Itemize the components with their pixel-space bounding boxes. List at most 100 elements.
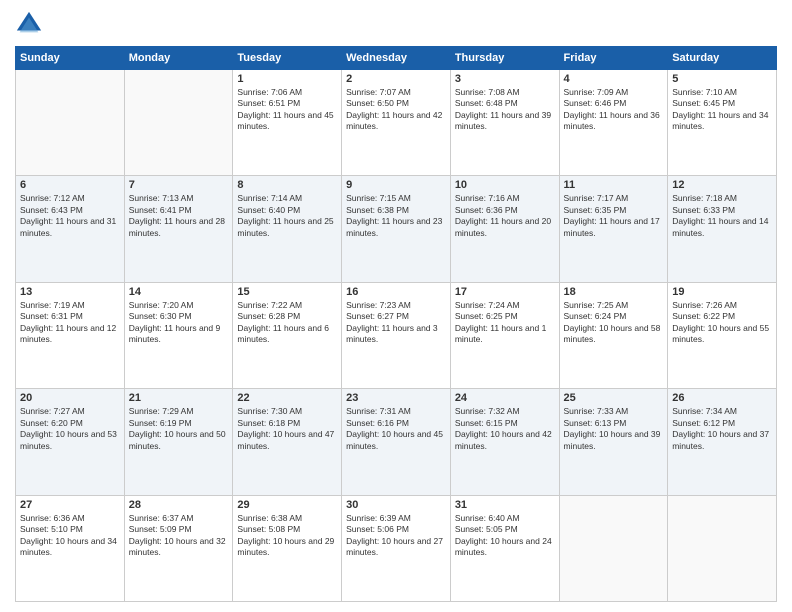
day-number: 2: [346, 73, 446, 85]
column-header-saturday: Saturday: [668, 47, 777, 70]
day-details: Sunrise: 7:06 AM Sunset: 6:51 PM Dayligh…: [237, 87, 337, 133]
calendar-cell: 30Sunrise: 6:39 AM Sunset: 5:06 PM Dayli…: [342, 495, 451, 601]
calendar-cell: 21 Sunrise: 7:29 AM Sunset: 6:19 PM Dayli…: [124, 389, 233, 495]
day-number: 21: [129, 392, 229, 404]
day-number: 13: [20, 286, 120, 298]
day-details: Sunrise: 6:39 AM Sunset: 5:06 PM Dayligh…: [346, 513, 446, 559]
page: SundayMondayTuesdayWednesdayThursdayFrid…: [0, 0, 792, 612]
header: [15, 10, 777, 38]
day-number: 23: [346, 392, 446, 404]
calendar-cell: 10Sunrise: 7:16 AM Sunset: 6:36 PM Dayli…: [450, 176, 559, 282]
logo: [15, 10, 47, 38]
calendar-cell: 7 Sunrise: 7:13 AM Sunset: 6:41 PM Daylig…: [124, 176, 233, 282]
day-number: 25: [564, 392, 664, 404]
day-details: Sunrise: 7:10 AM Sunset: 6:45 PM Dayligh…: [672, 87, 772, 133]
calendar-cell: 23 Sunrise: 7:31 AM Sunset: 6:16 PM Dayli…: [342, 389, 451, 495]
calendar-cell: [668, 495, 777, 601]
header-row: SundayMondayTuesdayWednesdayThursdayFrid…: [16, 47, 777, 70]
day-details: Sunrise: 7:31 AM Sunset: 6:16 PM Dayligh…: [346, 406, 446, 452]
day-number: 22: [237, 392, 337, 404]
calendar-table: SundayMondayTuesdayWednesdayThursdayFrid…: [15, 46, 777, 602]
day-number: 7: [129, 179, 229, 191]
calendar-cell: 26 Sunrise: 7:34 AM Sunset: 6:12 PM Dayli…: [668, 389, 777, 495]
day-details: Sunrise: 7:08 AM Sunset: 6:48 PM Dayligh…: [455, 87, 555, 133]
calendar-cell: 31 Sunrise: 6:40 AM Sunset: 5:05 PM Dayli…: [450, 495, 559, 601]
calendar-cell: 2 Sunrise: 7:07 AM Sunset: 6:50 PM Daylig…: [342, 70, 451, 176]
day-number: 12: [672, 179, 772, 191]
day-details: Sunrise: 7:26 AM Sunset: 6:22 PM Dayligh…: [672, 300, 772, 346]
day-details: Sunrise: 6:36 AM Sunset: 5:10 PM Dayligh…: [20, 513, 120, 559]
day-details: Sunrise: 7:30 AM Sunset: 6:18 PM Dayligh…: [237, 406, 337, 452]
column-header-thursday: Thursday: [450, 47, 559, 70]
day-details: Sunrise: 7:22 AM Sunset: 6:28 PM Dayligh…: [237, 300, 337, 346]
day-details: Sunrise: 7:17 AM Sunset: 6:35 PM Dayligh…: [564, 193, 664, 239]
day-number: 28: [129, 499, 229, 511]
day-details: Sunrise: 7:07 AM Sunset: 6:50 PM Dayligh…: [346, 87, 446, 133]
calendar-cell: 28 Sunrise: 6:37 AM Sunset: 5:09 PM Dayli…: [124, 495, 233, 601]
calendar-cell: 14 Sunrise: 7:20 AM Sunset: 6:30 PM Dayli…: [124, 282, 233, 388]
calendar-cell: 9 Sunrise: 7:15 AM Sunset: 6:38 PM Daylig…: [342, 176, 451, 282]
calendar-cell: 27 Sunrise: 6:36 AM Sunset: 5:10 PM Dayli…: [16, 495, 125, 601]
calendar-cell: 22 Sunrise: 7:30 AM Sunset: 6:18 PM Dayli…: [233, 389, 342, 495]
day-number: 16: [346, 286, 446, 298]
calendar-cell: [16, 70, 125, 176]
week-row-2: 6 Sunrise: 7:12 AM Sunset: 6:43 PM Daylig…: [16, 176, 777, 282]
calendar-cell: 11 Sunrise: 7:17 AM Sunset: 6:35 PM Dayli…: [559, 176, 668, 282]
day-details: Sunrise: 7:27 AM Sunset: 6:20 PM Dayligh…: [20, 406, 120, 452]
day-details: Sunrise: 7:29 AM Sunset: 6:19 PM Dayligh…: [129, 406, 229, 452]
day-details: Sunrise: 7:34 AM Sunset: 6:12 PM Dayligh…: [672, 406, 772, 452]
calendar-cell: 25Sunrise: 7:33 AM Sunset: 6:13 PM Dayli…: [559, 389, 668, 495]
day-number: 20: [20, 392, 120, 404]
day-number: 1: [237, 73, 337, 85]
day-details: Sunrise: 6:40 AM Sunset: 5:05 PM Dayligh…: [455, 513, 555, 559]
calendar-cell: 8Sunrise: 7:14 AM Sunset: 6:40 PM Daylig…: [233, 176, 342, 282]
week-row-5: 27 Sunrise: 6:36 AM Sunset: 5:10 PM Dayli…: [16, 495, 777, 601]
column-header-monday: Monday: [124, 47, 233, 70]
column-header-wednesday: Wednesday: [342, 47, 451, 70]
column-header-sunday: Sunday: [16, 47, 125, 70]
day-details: Sunrise: 7:13 AM Sunset: 6:41 PM Dayligh…: [129, 193, 229, 239]
day-number: 5: [672, 73, 772, 85]
day-number: 9: [346, 179, 446, 191]
day-number: 26: [672, 392, 772, 404]
day-number: 3: [455, 73, 555, 85]
calendar-cell: 12 Sunrise: 7:18 AM Sunset: 6:33 PM Dayli…: [668, 176, 777, 282]
day-number: 27: [20, 499, 120, 511]
day-details: Sunrise: 7:25 AM Sunset: 6:24 PM Dayligh…: [564, 300, 664, 346]
day-details: Sunrise: 7:23 AM Sunset: 6:27 PM Dayligh…: [346, 300, 446, 346]
day-number: 17: [455, 286, 555, 298]
logo-icon: [15, 10, 43, 38]
week-row-4: 20 Sunrise: 7:27 AM Sunset: 6:20 PM Dayli…: [16, 389, 777, 495]
day-number: 8: [237, 179, 337, 191]
day-details: Sunrise: 7:09 AM Sunset: 6:46 PM Dayligh…: [564, 87, 664, 133]
column-header-friday: Friday: [559, 47, 668, 70]
day-number: 24: [455, 392, 555, 404]
day-details: Sunrise: 7:15 AM Sunset: 6:38 PM Dayligh…: [346, 193, 446, 239]
day-number: 31: [455, 499, 555, 511]
week-row-3: 13Sunrise: 7:19 AM Sunset: 6:31 PM Dayli…: [16, 282, 777, 388]
week-row-1: 1 Sunrise: 7:06 AM Sunset: 6:51 PM Daylig…: [16, 70, 777, 176]
day-number: 29: [237, 499, 337, 511]
day-details: Sunrise: 7:20 AM Sunset: 6:30 PM Dayligh…: [129, 300, 229, 346]
calendar-cell: 3 Sunrise: 7:08 AM Sunset: 6:48 PM Daylig…: [450, 70, 559, 176]
calendar-cell: 16 Sunrise: 7:23 AM Sunset: 6:27 PM Dayli…: [342, 282, 451, 388]
day-number: 6: [20, 179, 120, 191]
day-details: Sunrise: 6:37 AM Sunset: 5:09 PM Dayligh…: [129, 513, 229, 559]
day-number: 11: [564, 179, 664, 191]
day-number: 19: [672, 286, 772, 298]
calendar-cell: [124, 70, 233, 176]
calendar-cell: 19 Sunrise: 7:26 AM Sunset: 6:22 PM Dayli…: [668, 282, 777, 388]
calendar-cell: 17Sunrise: 7:24 AM Sunset: 6:25 PM Dayli…: [450, 282, 559, 388]
column-header-tuesday: Tuesday: [233, 47, 342, 70]
day-number: 4: [564, 73, 664, 85]
calendar-cell: 29Sunrise: 6:38 AM Sunset: 5:08 PM Dayli…: [233, 495, 342, 601]
calendar-cell: 15 Sunrise: 7:22 AM Sunset: 6:28 PM Dayli…: [233, 282, 342, 388]
day-details: Sunrise: 7:12 AM Sunset: 6:43 PM Dayligh…: [20, 193, 120, 239]
day-number: 15: [237, 286, 337, 298]
calendar-cell: 5 Sunrise: 7:10 AM Sunset: 6:45 PM Daylig…: [668, 70, 777, 176]
calendar-cell: 20 Sunrise: 7:27 AM Sunset: 6:20 PM Dayli…: [16, 389, 125, 495]
day-number: 14: [129, 286, 229, 298]
calendar-cell: [559, 495, 668, 601]
day-details: Sunrise: 7:16 AM Sunset: 6:36 PM Dayligh…: [455, 193, 555, 239]
day-details: Sunrise: 7:18 AM Sunset: 6:33 PM Dayligh…: [672, 193, 772, 239]
